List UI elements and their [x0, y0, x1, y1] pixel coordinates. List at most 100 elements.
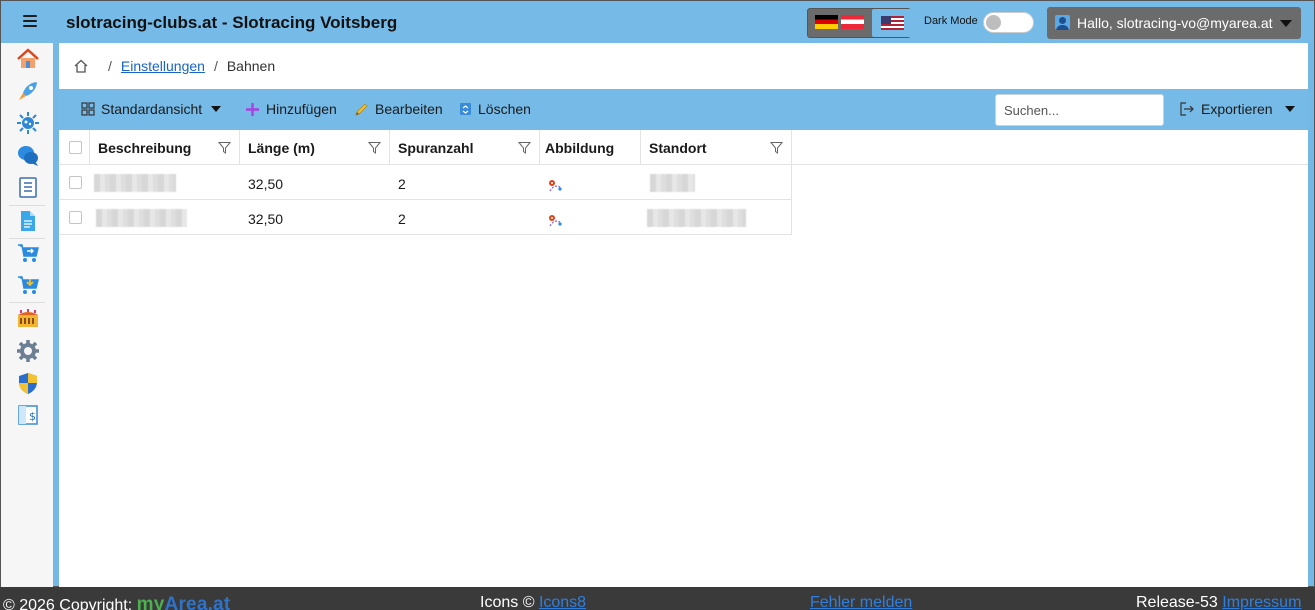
breadcrumb-settings-link[interactable]: Einstellungen [121, 58, 205, 74]
toggle-knob [986, 15, 1001, 30]
filter-icon[interactable] [218, 141, 231, 154]
sidebar-divider [9, 238, 45, 239]
redacted-description [94, 174, 176, 192]
flag-at-icon[interactable] [841, 15, 864, 29]
home-icon[interactable] [16, 47, 40, 71]
app-title: slotracing-clubs.at - Slotracing Voitsbe… [66, 13, 398, 32]
chevron-down-icon [1280, 20, 1292, 27]
export-button[interactable]: Exportieren [1180, 101, 1295, 117]
add-button[interactable]: Hinzufügen [245, 101, 337, 117]
cart-out-icon[interactable] [16, 241, 40, 265]
language-switcher [807, 8, 912, 38]
gear-icon[interactable] [16, 339, 40, 363]
dark-mode-toggle[interactable] [983, 12, 1034, 33]
myarea-logo[interactable]: myArea.at [137, 594, 231, 610]
cell-laenge: 32,50 [248, 211, 284, 227]
column-header-abbildung[interactable]: Abbildung [540, 130, 641, 164]
footer-release: Release-53 Impressum [1136, 594, 1301, 610]
breadcrumb-separator: / [108, 58, 112, 74]
grid-view-icon [81, 102, 95, 116]
row-checkbox[interactable] [69, 176, 82, 189]
release-text: Release-53 [1136, 594, 1218, 610]
copyright-text: © 2026 Copyright: [3, 597, 133, 610]
home-icon[interactable] [73, 58, 89, 74]
breadcrumb: / Einstellungen / Bahnen [73, 58, 275, 74]
top-bar: slotracing-clubs.at - Slotracing Voitsbe… [1, 1, 1314, 43]
main-content: / Einstellungen / Bahnen Standardansicht… [59, 43, 1308, 587]
grid-header-row: Beschreibung Länge (m) Spuranzahl Abbild… [60, 130, 1308, 165]
flag-de-icon[interactable] [815, 15, 838, 29]
footer-icons-credit: Icons © Icons8 [480, 594, 586, 610]
stadium-icon[interactable] [16, 307, 40, 331]
column-title: Standort [649, 140, 707, 156]
user-icon [1055, 15, 1070, 30]
sidebar-divider [9, 205, 45, 206]
delete-button[interactable]: Löschen [459, 101, 531, 117]
map-image-icon[interactable] [548, 178, 563, 193]
add-label: Hinzufügen [266, 101, 337, 117]
icons8-link[interactable]: Icons8 [539, 594, 586, 610]
column-header-beschreibung[interactable]: Beschreibung [90, 130, 240, 164]
report-error-link[interactable]: Fehler melden [810, 594, 912, 610]
icons-credit-text: Icons © [480, 594, 535, 610]
app-window: slotracing-clubs.at - Slotracing Voitsbe… [0, 0, 1315, 587]
footer-copyright: © 2026 Copyright: myArea.at [3, 594, 230, 610]
view-selector-button[interactable]: Standardansicht [81, 101, 222, 117]
select-all-column [60, 130, 90, 164]
cell-spuranzahl: 2 [398, 211, 406, 227]
redacted-description [96, 209, 187, 227]
recycle-bin-icon [460, 103, 471, 115]
logo-area: Area.at [164, 594, 231, 610]
export-label: Exportieren [1201, 101, 1273, 117]
breadcrumb-separator: / [213, 58, 218, 74]
filter-icon[interactable] [770, 141, 783, 154]
column-title: Länge (m) [248, 140, 315, 156]
virus-icon[interactable] [16, 111, 40, 135]
flag-us-icon[interactable] [881, 16, 904, 30]
dark-mode-label: Dark Mode [924, 15, 978, 27]
view-selector-label: Standardansicht [101, 101, 203, 117]
column-title: Abbildung [545, 140, 615, 156]
impressum-link[interactable]: Impressum [1222, 594, 1301, 610]
breadcrumb-current: Bahnen [226, 58, 276, 74]
user-menu[interactable]: Hallo, slotracing-vo@myarea.at [1047, 7, 1301, 39]
column-header-standort[interactable]: Standort [641, 130, 792, 164]
logo-my: my [136, 594, 165, 610]
invoice-icon[interactable]: $ [16, 403, 40, 427]
redacted-location [647, 209, 746, 227]
column-header-laenge[interactable]: Länge (m) [240, 130, 390, 164]
search-input[interactable] [995, 94, 1164, 126]
grid-toolbar: Standardansicht Hinzufügen Bearbeiten Lö… [59, 89, 1308, 130]
column-header-spuranzahl[interactable]: Spuranzahl [390, 130, 540, 164]
shield-icon[interactable] [16, 371, 40, 395]
menu-icon[interactable] [23, 15, 37, 27]
cart-in-icon[interactable] [16, 273, 40, 297]
user-greeting: Hallo, slotracing-vo@myarea.at [1077, 15, 1273, 31]
cell-spuranzahl: 2 [398, 176, 406, 192]
filter-icon[interactable] [368, 141, 381, 154]
clipboard-icon[interactable] [16, 175, 40, 199]
chat-icon[interactable] [16, 143, 40, 167]
sidebar-divider [9, 302, 45, 303]
cell-laenge: 32,50 [248, 176, 284, 192]
edit-label: Bearbeiten [375, 101, 443, 117]
rocket-icon[interactable] [16, 79, 40, 103]
sidebar: $ [1, 43, 53, 587]
table-row[interactable]: 32,50 2 [60, 200, 792, 235]
plus-icon [246, 102, 259, 116]
table-row[interactable]: 32,50 2 [60, 165, 792, 200]
row-checkbox[interactable] [69, 211, 82, 224]
filter-icon[interactable] [518, 141, 531, 154]
redacted-location [650, 174, 695, 192]
column-title: Spuranzahl [398, 140, 474, 156]
footer: © 2026 Copyright: myArea.at Icons © Icon… [0, 587, 1315, 610]
export-icon [1180, 102, 1194, 116]
language-us-button[interactable] [872, 9, 912, 37]
document-icon[interactable] [16, 209, 40, 233]
select-all-checkbox[interactable] [69, 141, 82, 154]
map-image-icon[interactable] [548, 213, 563, 228]
edit-button[interactable]: Bearbeiten [354, 101, 443, 117]
chevron-down-icon [1284, 106, 1295, 112]
pencil-icon [355, 102, 368, 116]
svg-text:$: $ [29, 410, 36, 423]
